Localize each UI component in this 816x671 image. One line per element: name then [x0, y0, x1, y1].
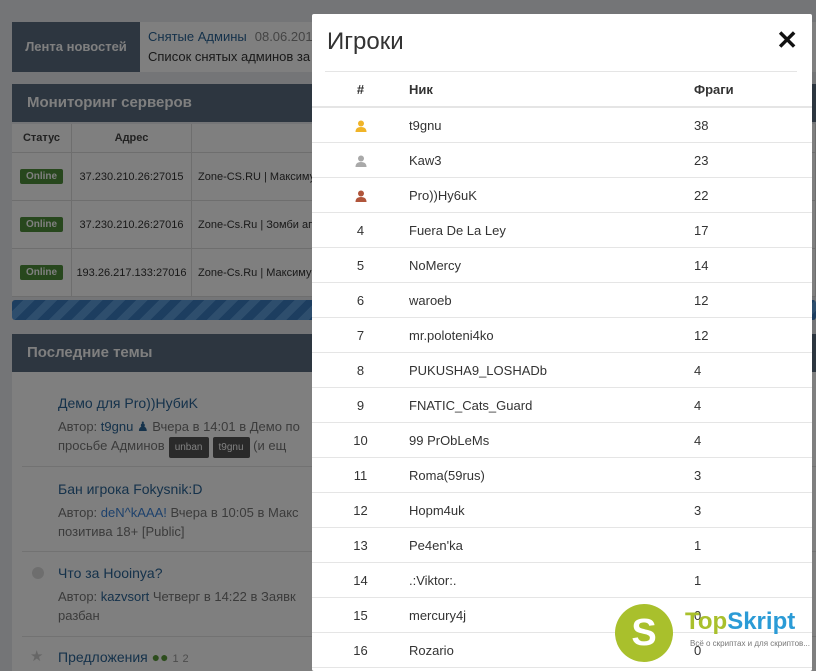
- col-frags: Фраги: [694, 81, 734, 97]
- user-bronze-icon: [312, 188, 409, 203]
- player-rank: 10: [353, 432, 368, 448]
- player-frags: 3: [694, 502, 702, 518]
- table-row: 6 waroeb 12: [312, 283, 812, 318]
- player-rank: 7: [356, 327, 365, 343]
- table-row: 11 Roma(59rus) 3: [312, 458, 812, 493]
- player-frags: 12: [694, 327, 709, 343]
- table-row: 9 FNATIC_Cats_Guard 4: [312, 388, 812, 423]
- table-row: 10 99 PrObLeMs 4: [312, 423, 812, 458]
- user-gold-icon: [312, 118, 409, 133]
- table-row: Pro))Hy6uK 22: [312, 178, 812, 213]
- table-row: 14 .:Viktor:. 1: [312, 563, 812, 598]
- player-rank: 11: [353, 467, 368, 483]
- player-frags: 38: [694, 117, 709, 133]
- player-rank: 16: [353, 642, 368, 658]
- table-header: # Ник Фраги: [312, 72, 812, 108]
- player-rank: 6: [356, 292, 365, 308]
- table-row: t9gnu 38: [312, 108, 812, 143]
- players-table: # Ник Фраги t9gnu 38 Kaw3 23 Pro))Hy6uK 22 4 Fu…: [312, 72, 812, 668]
- topskript-logo-icon: S: [615, 604, 673, 662]
- player-nick: PUKUSHA9_LOSHADb: [409, 362, 547, 378]
- player-nick: mr.poloteni4ko: [409, 327, 494, 343]
- user-silver-icon: [312, 153, 409, 168]
- player-rank: 9: [356, 397, 365, 413]
- player-nick: waroeb: [409, 292, 452, 308]
- watermark-tagline: Всё о скриптах и для скриптов...: [690, 639, 810, 648]
- player-nick: Fuera De La Ley: [409, 222, 506, 238]
- player-nick: Kaw3: [409, 152, 442, 168]
- player-frags: 17: [694, 222, 709, 238]
- player-frags: 12: [694, 292, 709, 308]
- col-rank: #: [356, 81, 365, 97]
- players-modal: Игроки ✕ # Ник Фраги t9gnu 38 Kaw3 23 Pro))H…: [312, 14, 812, 671]
- player-frags: 3: [694, 467, 702, 483]
- player-rank: 13: [353, 537, 368, 553]
- player-frags: 4: [694, 362, 702, 378]
- player-nick: FNATIC_Cats_Guard: [409, 397, 533, 413]
- player-nick: t9gnu: [409, 117, 442, 133]
- player-rank: 15: [353, 607, 368, 623]
- topskript-watermark: S TopSkript Всё о скриптах и для скрипто…: [615, 604, 815, 670]
- player-frags: 14: [694, 257, 709, 273]
- player-rank: 12: [353, 502, 368, 518]
- player-frags: 4: [694, 397, 702, 413]
- table-row: 4 Fuera De La Ley 17: [312, 213, 812, 248]
- player-nick: 99 PrObLeMs: [409, 432, 490, 448]
- table-row: 12 Hopm4uk 3: [312, 493, 812, 528]
- player-rank: 14: [353, 572, 368, 588]
- player-frags: 1: [694, 572, 702, 588]
- close-icon[interactable]: ✕: [776, 26, 798, 54]
- player-nick: Hopm4uk: [409, 502, 465, 518]
- player-nick: Pe4en'ka: [409, 537, 463, 553]
- table-row: 13 Pe4en'ka 1: [312, 528, 812, 563]
- table-row: 7 mr.poloteni4ko 12: [312, 318, 812, 353]
- player-nick: Pro))Hy6uK: [409, 187, 477, 203]
- modal-title: Игроки: [327, 28, 404, 55]
- player-rank: 5: [356, 257, 365, 273]
- player-frags: 1: [694, 537, 702, 553]
- player-frags: 22: [694, 187, 709, 203]
- player-frags: 23: [694, 152, 709, 168]
- player-nick: .:Viktor:.: [409, 572, 457, 588]
- player-nick: NoMercy: [409, 257, 462, 273]
- watermark-name: TopSkript: [685, 608, 796, 635]
- table-row: Kaw3 23: [312, 143, 812, 178]
- col-nick: Ник: [409, 81, 433, 97]
- player-rank: 4: [356, 222, 365, 238]
- player-nick: Roma(59rus): [409, 467, 485, 483]
- player-frags: 4: [694, 432, 702, 448]
- player-rank: 8: [356, 362, 365, 378]
- table-row: 5 NoMercy 14: [312, 248, 812, 283]
- table-row: 8 PUKUSHA9_LOSHADb 4: [312, 353, 812, 388]
